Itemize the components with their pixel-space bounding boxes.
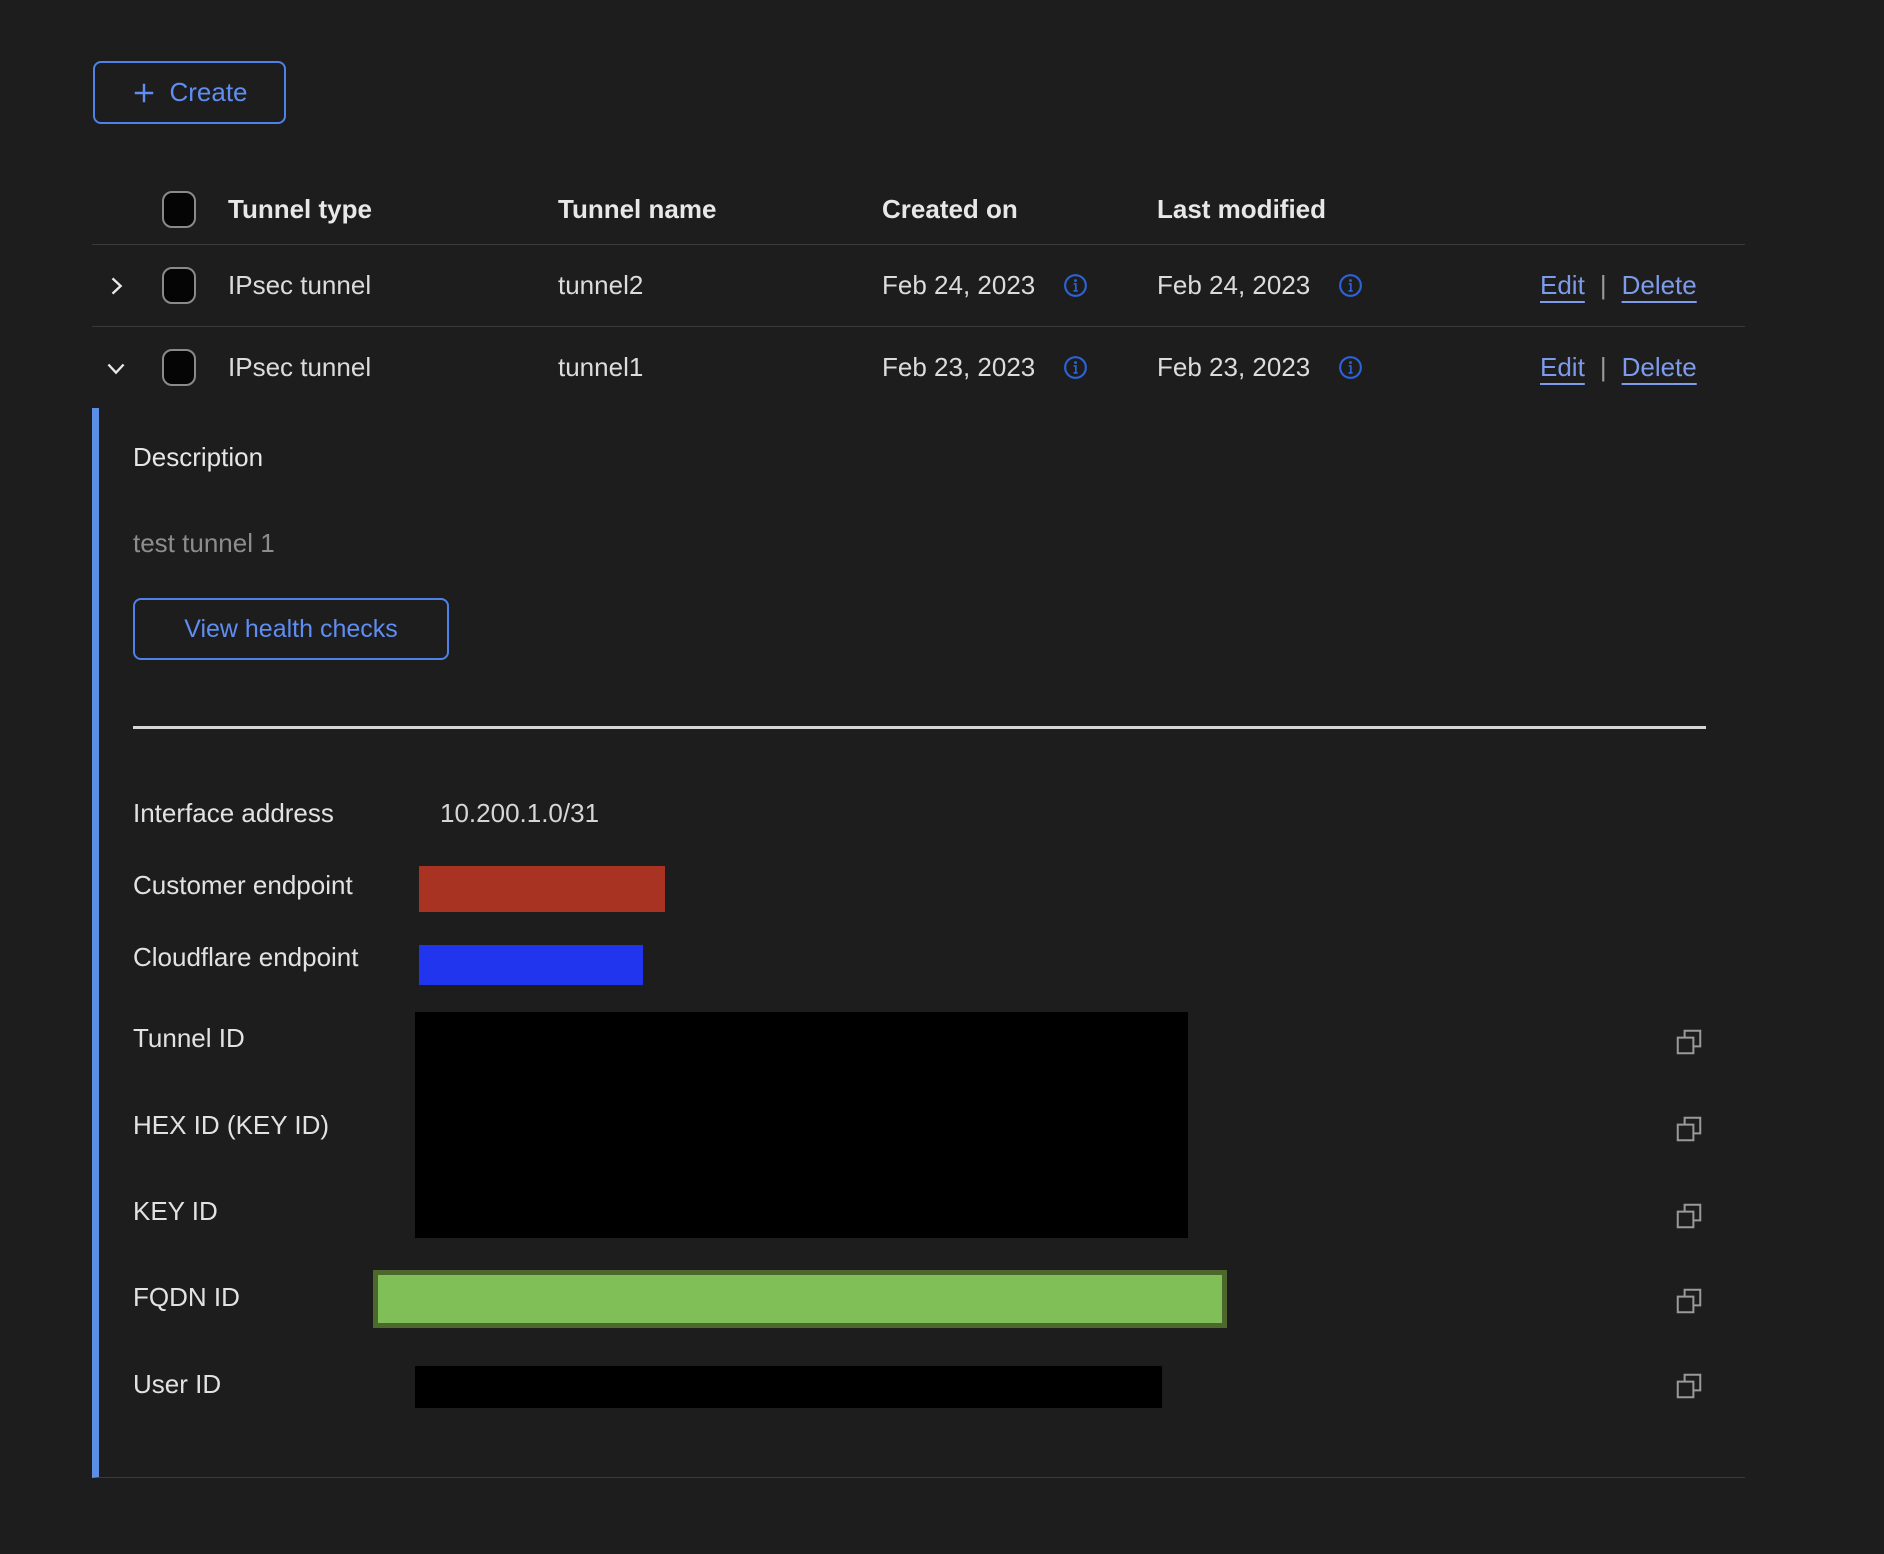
tunnels-table: Tunnel type Tunnel name Created on Last …: [92, 175, 1745, 408]
customer-endpoint-value-redacted: [419, 866, 665, 912]
plus-icon: [131, 80, 157, 106]
tunnel-type-value: IPsec tunnel: [228, 352, 371, 383]
copy-key-id-button[interactable]: [1673, 1200, 1705, 1232]
tunnel-type-value: IPsec tunnel: [228, 270, 371, 301]
copy-fqdn-id-button[interactable]: [1673, 1285, 1705, 1317]
row-checkbox[interactable]: [162, 267, 196, 304]
delete-link[interactable]: Delete: [1622, 352, 1697, 383]
tunnel-name-value: tunnel2: [558, 270, 643, 301]
header-tunnel-type: Tunnel type: [228, 194, 372, 225]
copy-user-id-button[interactable]: [1673, 1370, 1705, 1402]
fqdn-id-label: FQDN ID: [133, 1282, 240, 1313]
fqdn-id-value-redacted: [373, 1270, 1227, 1328]
table-row-tunnel1: IPsec tunnel tunnel1 Feb 23, 2023 Feb 23…: [92, 327, 1745, 408]
cloudflare-endpoint-label: Cloudflare endpoint: [133, 942, 359, 973]
select-all-checkbox[interactable]: [162, 191, 196, 228]
edit-link[interactable]: Edit: [1540, 270, 1585, 301]
create-button[interactable]: Create: [93, 61, 286, 124]
last-modified-value: Feb 24, 2023: [1157, 270, 1310, 301]
info-icon[interactable]: [1062, 354, 1089, 381]
hex-id-label: HEX ID (KEY ID): [133, 1110, 329, 1141]
table-header-row: Tunnel type Tunnel name Created on Last …: [92, 175, 1745, 245]
tunnel-id-hex-key-values-redacted: [415, 1012, 1188, 1238]
info-icon[interactable]: [1337, 272, 1364, 299]
delete-link[interactable]: Delete: [1622, 270, 1697, 301]
user-id-label: User ID: [133, 1369, 221, 1400]
copy-tunnel-id-button[interactable]: [1673, 1026, 1705, 1058]
action-separator: |: [1600, 270, 1607, 301]
tunnel-name-value: tunnel1: [558, 352, 643, 383]
collapse-chevron-down-icon[interactable]: [102, 354, 130, 382]
section-divider: [133, 726, 1706, 729]
expand-chevron-right-icon[interactable]: [102, 272, 130, 300]
create-button-label: Create: [169, 77, 247, 108]
created-on-value: Feb 24, 2023: [882, 270, 1035, 301]
last-modified-value: Feb 23, 2023: [1157, 352, 1310, 383]
interface-address-value: 10.200.1.0/31: [440, 798, 599, 829]
description-value: test tunnel 1: [133, 528, 275, 559]
customer-endpoint-label: Customer endpoint: [133, 870, 353, 901]
cloudflare-endpoint-value-redacted: [419, 945, 643, 985]
action-separator: |: [1600, 352, 1607, 383]
header-created-on: Created on: [882, 194, 1018, 225]
copy-hex-id-button[interactable]: [1673, 1113, 1705, 1145]
interface-address-label: Interface address: [133, 798, 334, 829]
description-label: Description: [133, 442, 263, 473]
key-id-label: KEY ID: [133, 1196, 218, 1227]
view-health-checks-button[interactable]: View health checks: [133, 598, 449, 660]
info-icon[interactable]: [1337, 354, 1364, 381]
user-id-value-redacted: [415, 1366, 1162, 1408]
created-on-value: Feb 23, 2023: [882, 352, 1035, 383]
header-last-modified: Last modified: [1157, 194, 1326, 225]
tunnels-page: Create Tunnel type Tunnel name Created o…: [0, 0, 1884, 1554]
tunnel-detail-panel: Description test tunnel 1 View health ch…: [92, 408, 1745, 1478]
header-tunnel-name: Tunnel name: [558, 194, 716, 225]
table-row-tunnel2: IPsec tunnel tunnel2 Feb 24, 2023 Feb 24…: [92, 245, 1745, 327]
edit-link[interactable]: Edit: [1540, 352, 1585, 383]
row-checkbox[interactable]: [162, 349, 196, 386]
info-icon[interactable]: [1062, 272, 1089, 299]
tunnel-id-label: Tunnel ID: [133, 1023, 245, 1054]
